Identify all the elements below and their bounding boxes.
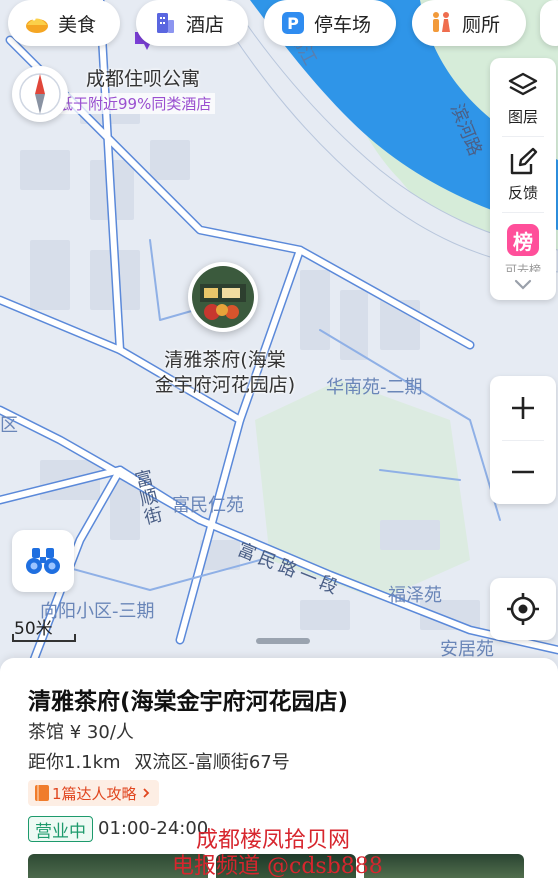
district-label-partial: 区 <box>0 415 18 436</box>
selected-poi-photo <box>192 266 254 328</box>
open-status-badge: 营业中 <box>28 816 93 842</box>
compass-icon <box>19 73 61 115</box>
map-tool-panel: 图层 反馈 榜 可去榜 <box>490 58 556 300</box>
zoom-controls <box>490 376 556 504</box>
place-location: 距你1.1km 双流区-富顺街67号 <box>28 748 290 774</box>
chevron-down-icon[interactable] <box>513 278 533 292</box>
ranking-label-partial: 可去榜 <box>504 263 541 272</box>
category-chip-more[interactable] <box>540 0 558 46</box>
guide-link-label: 1篇达人攻略 <box>52 784 137 803</box>
category-chip-parking[interactable]: P 停车场 <box>264 0 396 46</box>
category-chip-hotel[interactable]: 酒店 <box>136 0 248 46</box>
category-chip-label: 美食 <box>58 13 97 36</box>
locate-me-button[interactable] <box>490 578 556 640</box>
crosshair-icon <box>507 593 539 625</box>
category-chip-label: 酒店 <box>186 13 225 36</box>
place-distance: 距你1.1km <box>28 752 121 773</box>
place-price: ¥ 30/人 <box>69 722 134 743</box>
selected-poi-marker[interactable] <box>188 262 258 332</box>
map-canvas[interactable]: 锦江 滨河路 华南苑-二期 富民仁苑 向阳小区-三期 福泽苑 安居苑 区 富顺街… <box>0 0 558 670</box>
binoculars-icon <box>26 548 60 574</box>
apartment-poi-promo: 低于附近99%同类酒店 <box>54 93 216 114</box>
district-label-xiangyang: 向阳小区-三期 <box>40 601 155 622</box>
plus-icon <box>512 397 534 419</box>
selected-poi-label-line1: 清雅茶府(海棠 <box>164 349 286 371</box>
sheet-drag-handle[interactable] <box>256 638 310 644</box>
district-label-fumin: 富民仁苑 <box>172 495 244 516</box>
svg-text:P: P <box>287 14 299 33</box>
guide-link[interactable]: 1篇达人攻略 <box>28 780 159 806</box>
layers-icon <box>508 72 538 96</box>
feedback-label: 反馈 <box>507 184 538 202</box>
category-chip-label: 停车场 <box>314 13 372 36</box>
layers-button[interactable]: 图层 <box>490 70 556 127</box>
tool-divider <box>502 136 544 137</box>
district-label-fuze: 福泽苑 <box>388 585 442 606</box>
category-chip-label: 厕所 <box>462 13 501 36</box>
zoom-out-button[interactable] <box>490 440 556 504</box>
selected-poi-label: 清雅茶府(海棠 金宇府河花园店) <box>140 348 310 397</box>
compass-button[interactable] <box>12 66 68 122</box>
layers-label: 图层 <box>507 108 538 126</box>
feedback-button[interactable]: 反馈 <box>490 146 556 203</box>
zoom-in-button[interactable] <box>490 376 556 440</box>
parking-icon: P <box>280 10 306 36</box>
hotel-icon <box>152 10 178 36</box>
toilet-icon <box>428 10 454 36</box>
apartment-poi-name[interactable]: 成都住呗公寓 <box>86 64 200 91</box>
watermark-line-2: 电报频道 @cdsb888 <box>172 854 383 878</box>
place-address: 双流区-富顺街67号 <box>134 752 290 773</box>
book-icon <box>35 785 49 801</box>
place-photo[interactable] <box>364 854 524 878</box>
district-label-huanan: 华南苑-二期 <box>326 377 423 398</box>
minus-icon <box>512 470 534 474</box>
place-meta: 茶馆 ¥ 30/人 <box>28 718 134 744</box>
ranking-button[interactable]: 榜 可去榜 <box>490 224 556 272</box>
map-scale-bar <box>12 634 76 642</box>
food-icon <box>24 10 50 36</box>
category-chip-food[interactable]: 美食 <box>8 0 120 46</box>
ranking-icon: 榜 <box>507 224 539 256</box>
selected-poi-label-line2: 金宇府河花园店) <box>154 373 296 396</box>
tool-divider <box>502 212 544 213</box>
feedback-icon <box>510 147 538 175</box>
category-chip-toilet[interactable]: 厕所 <box>412 0 526 46</box>
place-category: 茶馆 <box>28 722 64 743</box>
place-title: 清雅茶府(海棠金宇府河花园店) <box>28 689 349 715</box>
explore-button[interactable] <box>12 530 74 592</box>
open-hours: 01:00-24:00 <box>98 818 209 839</box>
chevron-right-icon <box>142 788 149 798</box>
